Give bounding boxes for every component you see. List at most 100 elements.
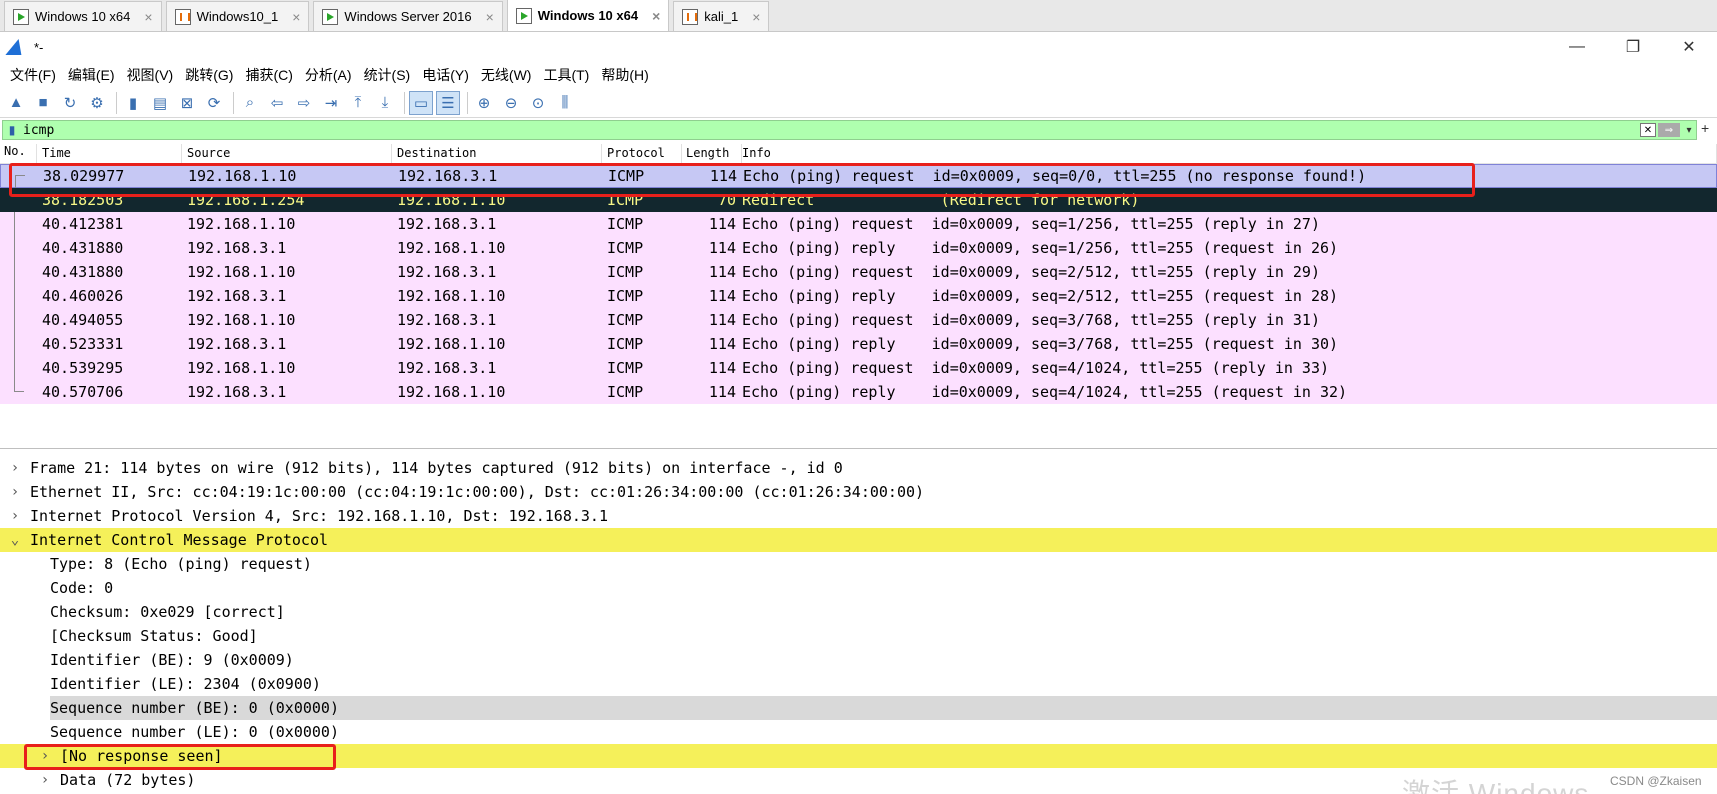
column-header-protocol[interactable]: Protocol	[602, 144, 682, 163]
packet-row[interactable]: 40.570706 192.168.3.1 192.168.1.10 ICMP 114 E…	[0, 380, 1717, 404]
vm-tab[interactable]: Windows Server 2016 ×	[313, 1, 503, 31]
packet-info: Echo (ping) request id=0x0009, seq=2/512…	[742, 263, 1320, 281]
packet-row[interactable]: 40.460026 192.168.3.1 192.168.1.10 ICMP 114 E…	[0, 284, 1717, 308]
packet-row[interactable]: 38.029977 192.168.1.10 192.168.3.1 ICMP 114 E…	[0, 164, 1717, 188]
packet-time: 40.570706	[42, 383, 124, 401]
restart-capture-icon[interactable]: ↻	[58, 91, 82, 115]
column-header-destination[interactable]: Destination	[392, 144, 602, 163]
vm-tab[interactable]: Windows 10 x64 ×	[506, 0, 670, 31]
reload-file-icon[interactable]: ⟳	[202, 91, 226, 115]
filter-history-dropdown-icon[interactable]: ▾	[1682, 125, 1696, 136]
column-header-info[interactable]: Info	[742, 144, 1717, 163]
find-packet-icon[interactable]: ⌕	[238, 91, 262, 115]
apply-filter-icon[interactable]: ⇒	[1658, 123, 1680, 137]
column-header-source[interactable]: Source	[182, 144, 392, 163]
go-last-icon[interactable]: ⤓	[373, 91, 397, 115]
detail-tree-item[interactable]: [Checksum Status: Good]	[0, 624, 1717, 648]
detail-tree-item[interactable]: › [No response seen]	[0, 744, 1717, 768]
go-first-icon[interactable]: ⤒	[346, 91, 370, 115]
toolbar-separator	[467, 91, 468, 114]
packet-row[interactable]: 40.431880 192.168.1.10 192.168.3.1 ICMP 114 E…	[0, 260, 1717, 284]
detail-tree-item[interactable]: Identifier (BE): 9 (0x0009)	[0, 648, 1717, 672]
menu-item[interactable]: 文件(F)	[4, 65, 62, 85]
go-back-icon[interactable]: ⇦	[265, 91, 289, 115]
packet-row[interactable]: 40.412381 192.168.1.10 192.168.3.1 ICMP 114 E…	[0, 212, 1717, 236]
menu-item[interactable]: 统计(S)	[358, 65, 417, 85]
colorize-icon[interactable]: ☰	[436, 90, 460, 115]
vm-tab[interactable]: kali_1 ×	[673, 1, 770, 31]
expand-arrow-icon[interactable]: ›	[30, 772, 60, 788]
expand-arrow-icon[interactable]: ›	[0, 508, 30, 524]
detail-tree-item[interactable]: › Ethernet II, Src: cc:04:19:1c:00:00 (cc…	[0, 480, 1717, 504]
menu-item[interactable]: 帮助(H)	[595, 65, 654, 85]
menu-item[interactable]: 分析(A)	[299, 65, 358, 85]
restore-button[interactable]: ❐	[1605, 32, 1661, 62]
detail-tree-item[interactable]: Type: 8 (Echo (ping) request)	[0, 552, 1717, 576]
add-filter-button-icon[interactable]: +	[1701, 120, 1709, 136]
vm-tab-label: Windows 10 x64	[35, 9, 131, 24]
go-to-packet-icon[interactable]: ⇥	[319, 91, 343, 115]
menu-item[interactable]: 编辑(E)	[62, 65, 121, 85]
packet-row[interactable]: 40.494055 192.168.1.10 192.168.3.1 ICMP 114 E…	[0, 308, 1717, 332]
expand-arrow-icon[interactable]: ›	[0, 460, 30, 476]
stop-capture-icon[interactable]: ■	[31, 91, 55, 115]
detail-tree-item[interactable]: Sequence number (BE): 0 (0x0000)	[0, 696, 1717, 720]
csdn-watermark: CSDN @Zkaisen	[1610, 774, 1702, 788]
packet-source: 192.168.1.10	[187, 263, 296, 281]
tab-close-icon[interactable]: ×	[486, 9, 494, 25]
clear-filter-icon[interactable]: ✕	[1640, 123, 1656, 137]
packet-destination: 192.168.1.10	[397, 191, 506, 209]
packet-list-rows: 38.029977 192.168.1.10 192.168.3.1 ICMP 114 E…	[0, 164, 1717, 404]
save-file-icon[interactable]: ▤	[148, 91, 172, 115]
display-filter-input[interactable]	[19, 121, 1640, 139]
packet-row[interactable]: 40.523331 192.168.3.1 192.168.1.10 ICMP 114 E…	[0, 332, 1717, 356]
tab-close-icon[interactable]: ×	[144, 9, 152, 25]
capture-options-icon[interactable]: ⚙	[85, 91, 109, 115]
zoom-in-icon[interactable]: ⊕	[472, 91, 496, 115]
menu-item[interactable]: 工具(T)	[537, 65, 595, 85]
menu-item[interactable]: 无线(W)	[475, 65, 538, 85]
toolbar-separator	[404, 91, 405, 114]
conversation-line	[0, 380, 37, 404]
close-file-icon[interactable]: ⊠	[175, 91, 199, 115]
detail-tree-item[interactable]: › Internet Protocol Version 4, Src: 192.1…	[0, 504, 1717, 528]
normal-size-icon[interactable]: ⊙	[526, 91, 550, 115]
column-header-time[interactable]: Time	[37, 144, 182, 163]
collapse-arrow-icon[interactable]: ⌄	[0, 532, 30, 548]
detail-field-text: Checksum: 0xe029 [correct]	[50, 603, 285, 621]
menu-item[interactable]: 电话(Y)	[416, 65, 475, 85]
detail-tree-item[interactable]: ⌄ Internet Control Message Protocol	[0, 528, 1717, 552]
detail-tree-item[interactable]: › Frame 21: 114 bytes on wire (912 bits),…	[0, 456, 1717, 480]
resize-columns-icon[interactable]: ⫼	[553, 91, 577, 115]
zoom-out-icon[interactable]: ⊖	[499, 91, 523, 115]
menu-item[interactable]: 视图(V)	[121, 65, 180, 85]
detail-tree-item[interactable]: Code: 0	[0, 576, 1717, 600]
packet-source: 192.168.1.254	[187, 191, 305, 209]
packet-protocol: ICMP	[607, 263, 644, 281]
tab-close-icon[interactable]: ×	[752, 9, 760, 25]
vm-tab[interactable]: Windows 10 x64 ×	[4, 1, 162, 31]
expand-arrow-icon[interactable]: ›	[30, 748, 60, 764]
vm-tab[interactable]: Windows10_1 ×	[165, 1, 310, 31]
packet-row[interactable]: 40.539295 192.168.1.10 192.168.3.1 ICMP 114 E…	[0, 356, 1717, 380]
tab-close-icon[interactable]: ×	[652, 8, 660, 24]
shark-fin-start-icon[interactable]: ▲	[4, 91, 28, 115]
filter-bookmark-icon[interactable]: ▮	[5, 122, 19, 138]
column-header-length[interactable]: Length	[682, 144, 742, 163]
activate-windows-overlay: 激活 Windows	[1402, 778, 1590, 794]
tab-close-icon[interactable]: ×	[292, 9, 300, 25]
packet-row[interactable]: 40.431880 192.168.3.1 192.168.1.10 ICMP 114 E…	[0, 236, 1717, 260]
close-button[interactable]: ✕	[1661, 32, 1717, 62]
open-file-icon[interactable]: ▮	[121, 91, 145, 115]
menu-item[interactable]: 跳转(G)	[179, 65, 239, 85]
detail-tree-item[interactable]: Identifier (LE): 2304 (0x0900)	[0, 672, 1717, 696]
detail-tree-item[interactable]: Sequence number (LE): 0 (0x0000)	[0, 720, 1717, 744]
minimize-button[interactable]: —	[1549, 32, 1605, 62]
menu-item[interactable]: 捕获(C)	[239, 65, 298, 85]
autoscroll-icon[interactable]: ▭	[409, 90, 433, 115]
column-header-no[interactable]: No.	[0, 144, 37, 163]
go-forward-icon[interactable]: ⇨	[292, 91, 316, 115]
packet-row[interactable]: 38.182503 192.168.1.254 192.168.1.10 ICMP 70…	[0, 188, 1717, 212]
expand-arrow-icon[interactable]: ›	[0, 484, 30, 500]
detail-tree-item[interactable]: Checksum: 0xe029 [correct]	[0, 600, 1717, 624]
